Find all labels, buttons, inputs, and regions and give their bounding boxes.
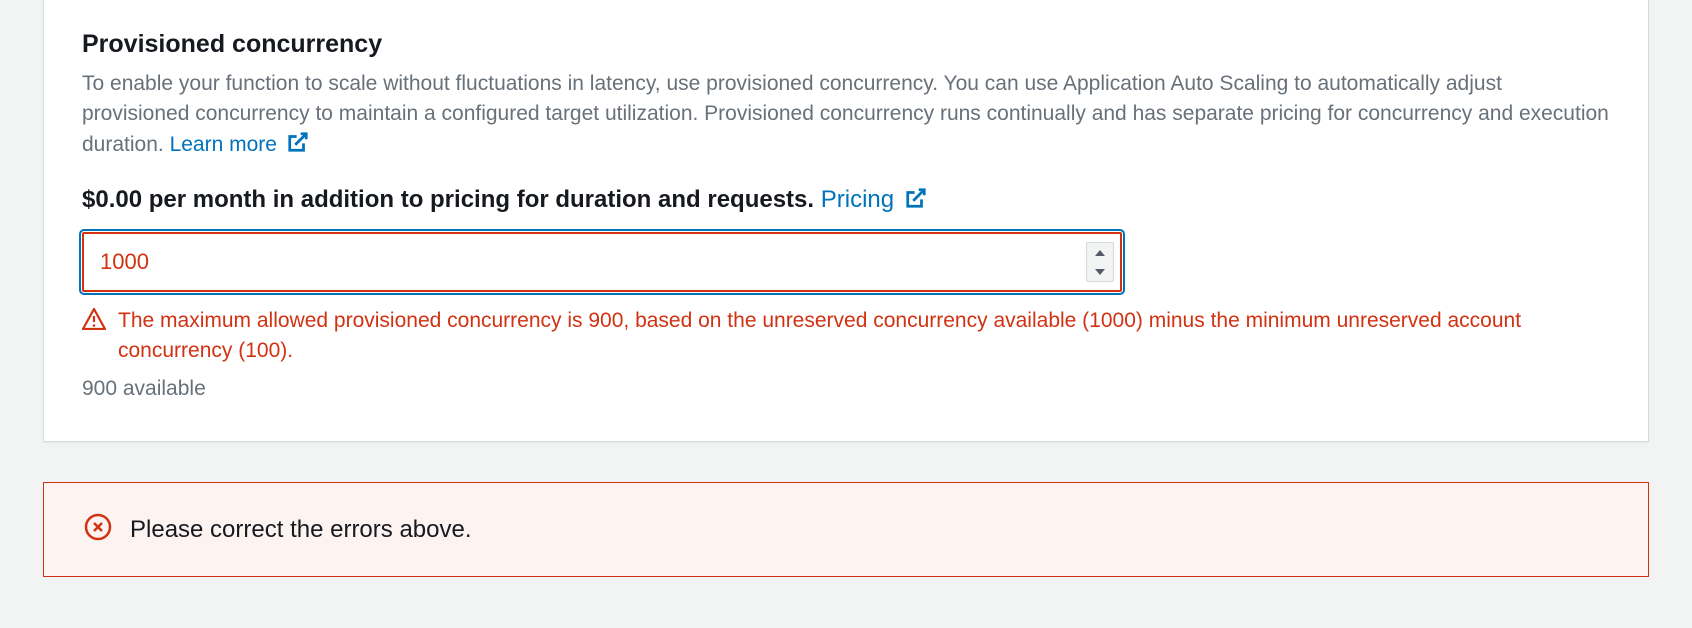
concurrency-input-wrap (82, 232, 1122, 292)
number-stepper (1086, 242, 1114, 282)
section-description: To enable your function to scale without… (82, 69, 1610, 162)
stepper-down-button[interactable] (1087, 262, 1113, 281)
external-link-icon (905, 187, 927, 216)
pricing-link-label: Pricing (821, 186, 894, 213)
section-description-text: To enable your function to scale without… (82, 72, 1609, 156)
learn-more-link[interactable]: Learn more (170, 133, 309, 156)
concurrency-input[interactable] (82, 232, 1122, 292)
available-hint: 900 available (82, 377, 1610, 401)
warning-triangle-icon (82, 308, 106, 365)
section-title: Provisioned concurrency (82, 30, 1610, 59)
learn-more-label: Learn more (170, 133, 277, 156)
field-error-text: The maximum allowed provisioned concurre… (118, 306, 1610, 365)
pricing-text: $0.00 per month in addition to pricing f… (82, 186, 814, 213)
error-alert-message: Please correct the errors above. (130, 516, 472, 544)
error-circle-icon (84, 513, 112, 546)
pricing-link[interactable]: Pricing (821, 186, 927, 213)
stepper-up-button[interactable] (1087, 243, 1113, 262)
external-link-icon (287, 131, 309, 162)
field-error: The maximum allowed provisioned concurre… (82, 306, 1610, 365)
provisioned-concurrency-card: Provisioned concurrency To enable your f… (43, 0, 1649, 442)
pricing-line: $0.00 per month in addition to pricing f… (82, 186, 1610, 216)
error-alert: Please correct the errors above. (43, 482, 1649, 577)
